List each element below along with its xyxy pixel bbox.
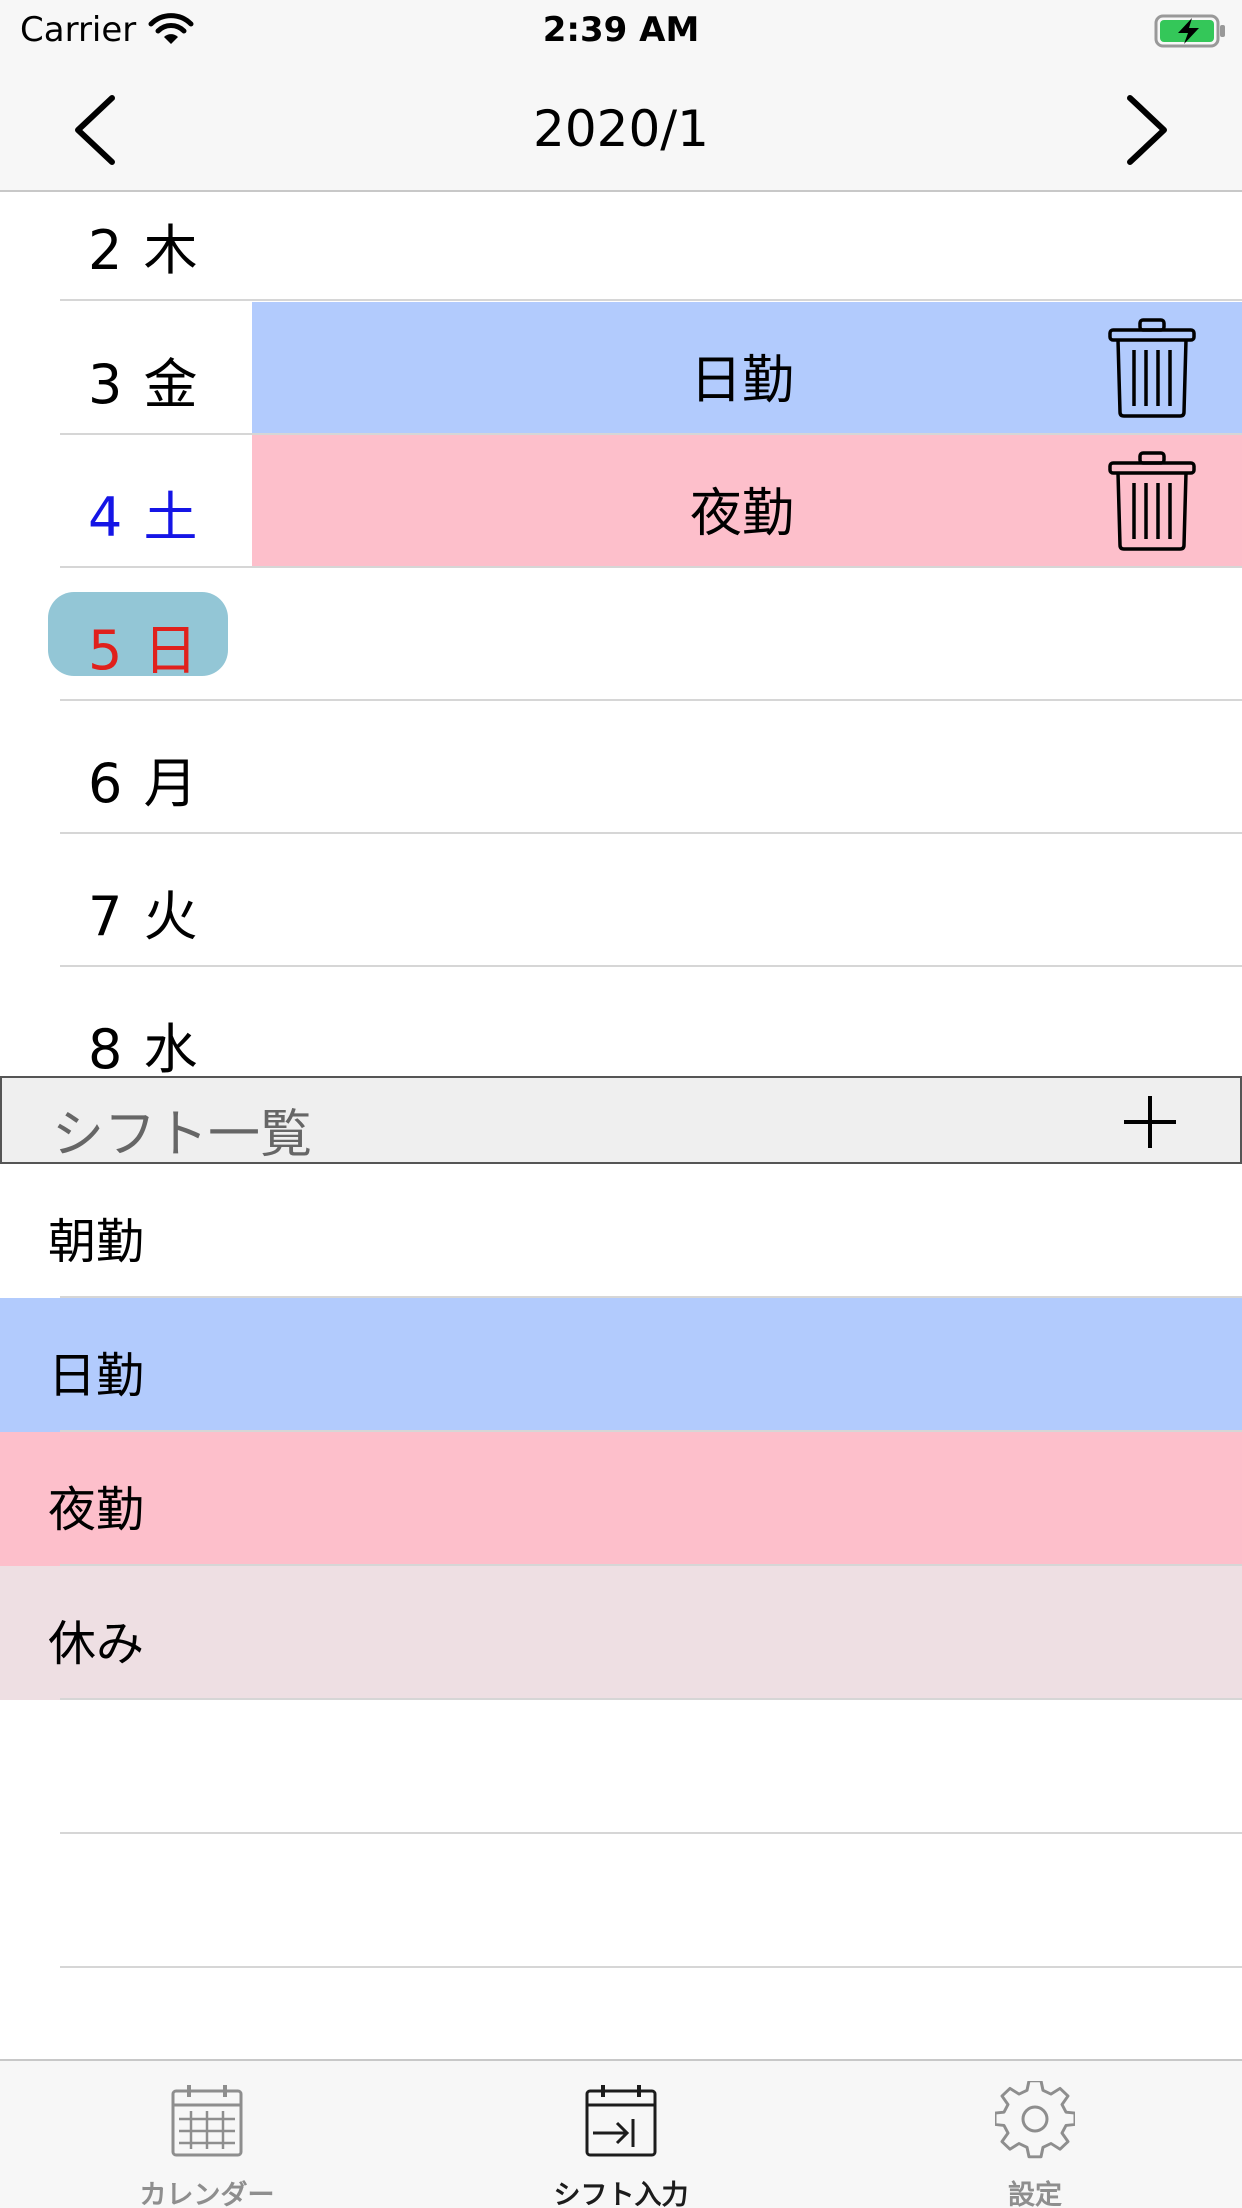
tab-settings[interactable]: 設定 xyxy=(828,2061,1242,2208)
row-divider xyxy=(60,299,1242,301)
month-nav-bar: 2020/1 xyxy=(0,62,1242,192)
day-row[interactable]: 3 金 日勤 xyxy=(0,302,1242,435)
plus-icon[interactable] xyxy=(1120,1092,1180,1152)
status-time: 2:39 AM xyxy=(542,10,700,50)
shift-item[interactable]: 朝勤 xyxy=(0,1164,1242,1298)
day-label: 4 土 xyxy=(88,486,200,549)
status-bar: Carrier 2:39 AM xyxy=(0,0,1242,62)
shift-list-title: シフト一覧 xyxy=(52,1105,313,1165)
shift-list-header: シフト一覧 xyxy=(0,1076,1242,1165)
day-row-today[interactable]: 5 日 xyxy=(0,568,1242,701)
day-label: 6 月 xyxy=(88,752,200,815)
shift-item-label: 朝勤 xyxy=(48,1214,145,1270)
assigned-shift[interactable]: 夜勤 xyxy=(252,435,1242,566)
trash-icon[interactable] xyxy=(1106,449,1198,553)
tab-label: 設定 xyxy=(1008,2180,1062,2208)
day-label: 5 日 xyxy=(88,619,200,682)
battery-charging-icon xyxy=(1154,14,1225,48)
shift-list[interactable]: 朝勤 日勤 夜勤 休み xyxy=(0,1164,1242,2059)
day-label: 7 火 xyxy=(88,885,200,948)
calendar-input-icon xyxy=(585,2085,657,2157)
shift-item[interactable]: 休み xyxy=(0,1566,1242,1700)
day-row[interactable]: 7 火 xyxy=(0,834,1242,967)
month-title: 2020/1 xyxy=(533,100,709,158)
shift-item-label: 日勤 xyxy=(48,1348,145,1404)
shift-item[interactable]: 日勤 xyxy=(0,1298,1242,1432)
empty-row xyxy=(0,1700,1242,1834)
shift-item-label: 休み xyxy=(48,1616,145,1672)
day-list[interactable]: 2 木 3 金 日勤 4 土 夜勤 5 日 6 月 7 火 8 水 xyxy=(0,192,1242,1076)
day-label: 3 金 xyxy=(88,353,200,416)
tab-label: カレンダー xyxy=(139,2180,275,2208)
empty-row xyxy=(0,1834,1242,1968)
shift-item[interactable]: 夜勤 xyxy=(0,1432,1242,1566)
day-label: 8 水 xyxy=(88,1018,200,1076)
shift-item-label: 夜勤 xyxy=(48,1482,145,1538)
assigned-shift-label: 日勤 xyxy=(689,351,794,411)
trash-icon[interactable] xyxy=(1106,316,1198,420)
chevron-right-icon[interactable] xyxy=(1112,92,1182,168)
day-row[interactable]: 8 水 xyxy=(0,967,1242,1076)
calendar-icon xyxy=(171,2085,243,2157)
day-label: 2 木 xyxy=(88,219,200,282)
assigned-shift-label: 夜勤 xyxy=(689,484,794,544)
tab-label: シフト入力 xyxy=(553,2180,689,2208)
tab-calendar[interactable]: カレンダー xyxy=(0,2061,414,2208)
assigned-shift[interactable]: 日勤 xyxy=(252,302,1242,433)
day-row[interactable]: 2 木 xyxy=(0,192,1242,301)
today-highlight: 5 日 xyxy=(48,592,228,682)
day-row[interactable]: 6 月 xyxy=(0,701,1242,834)
tab-bar: カレンダー シフト入力 設定 xyxy=(0,2059,1242,2208)
tab-shift-input[interactable]: シフト入力 xyxy=(414,2061,828,2208)
day-row[interactable]: 4 土 夜勤 xyxy=(0,435,1242,568)
row-divider xyxy=(60,1966,1242,1968)
gear-icon xyxy=(995,2081,1075,2159)
